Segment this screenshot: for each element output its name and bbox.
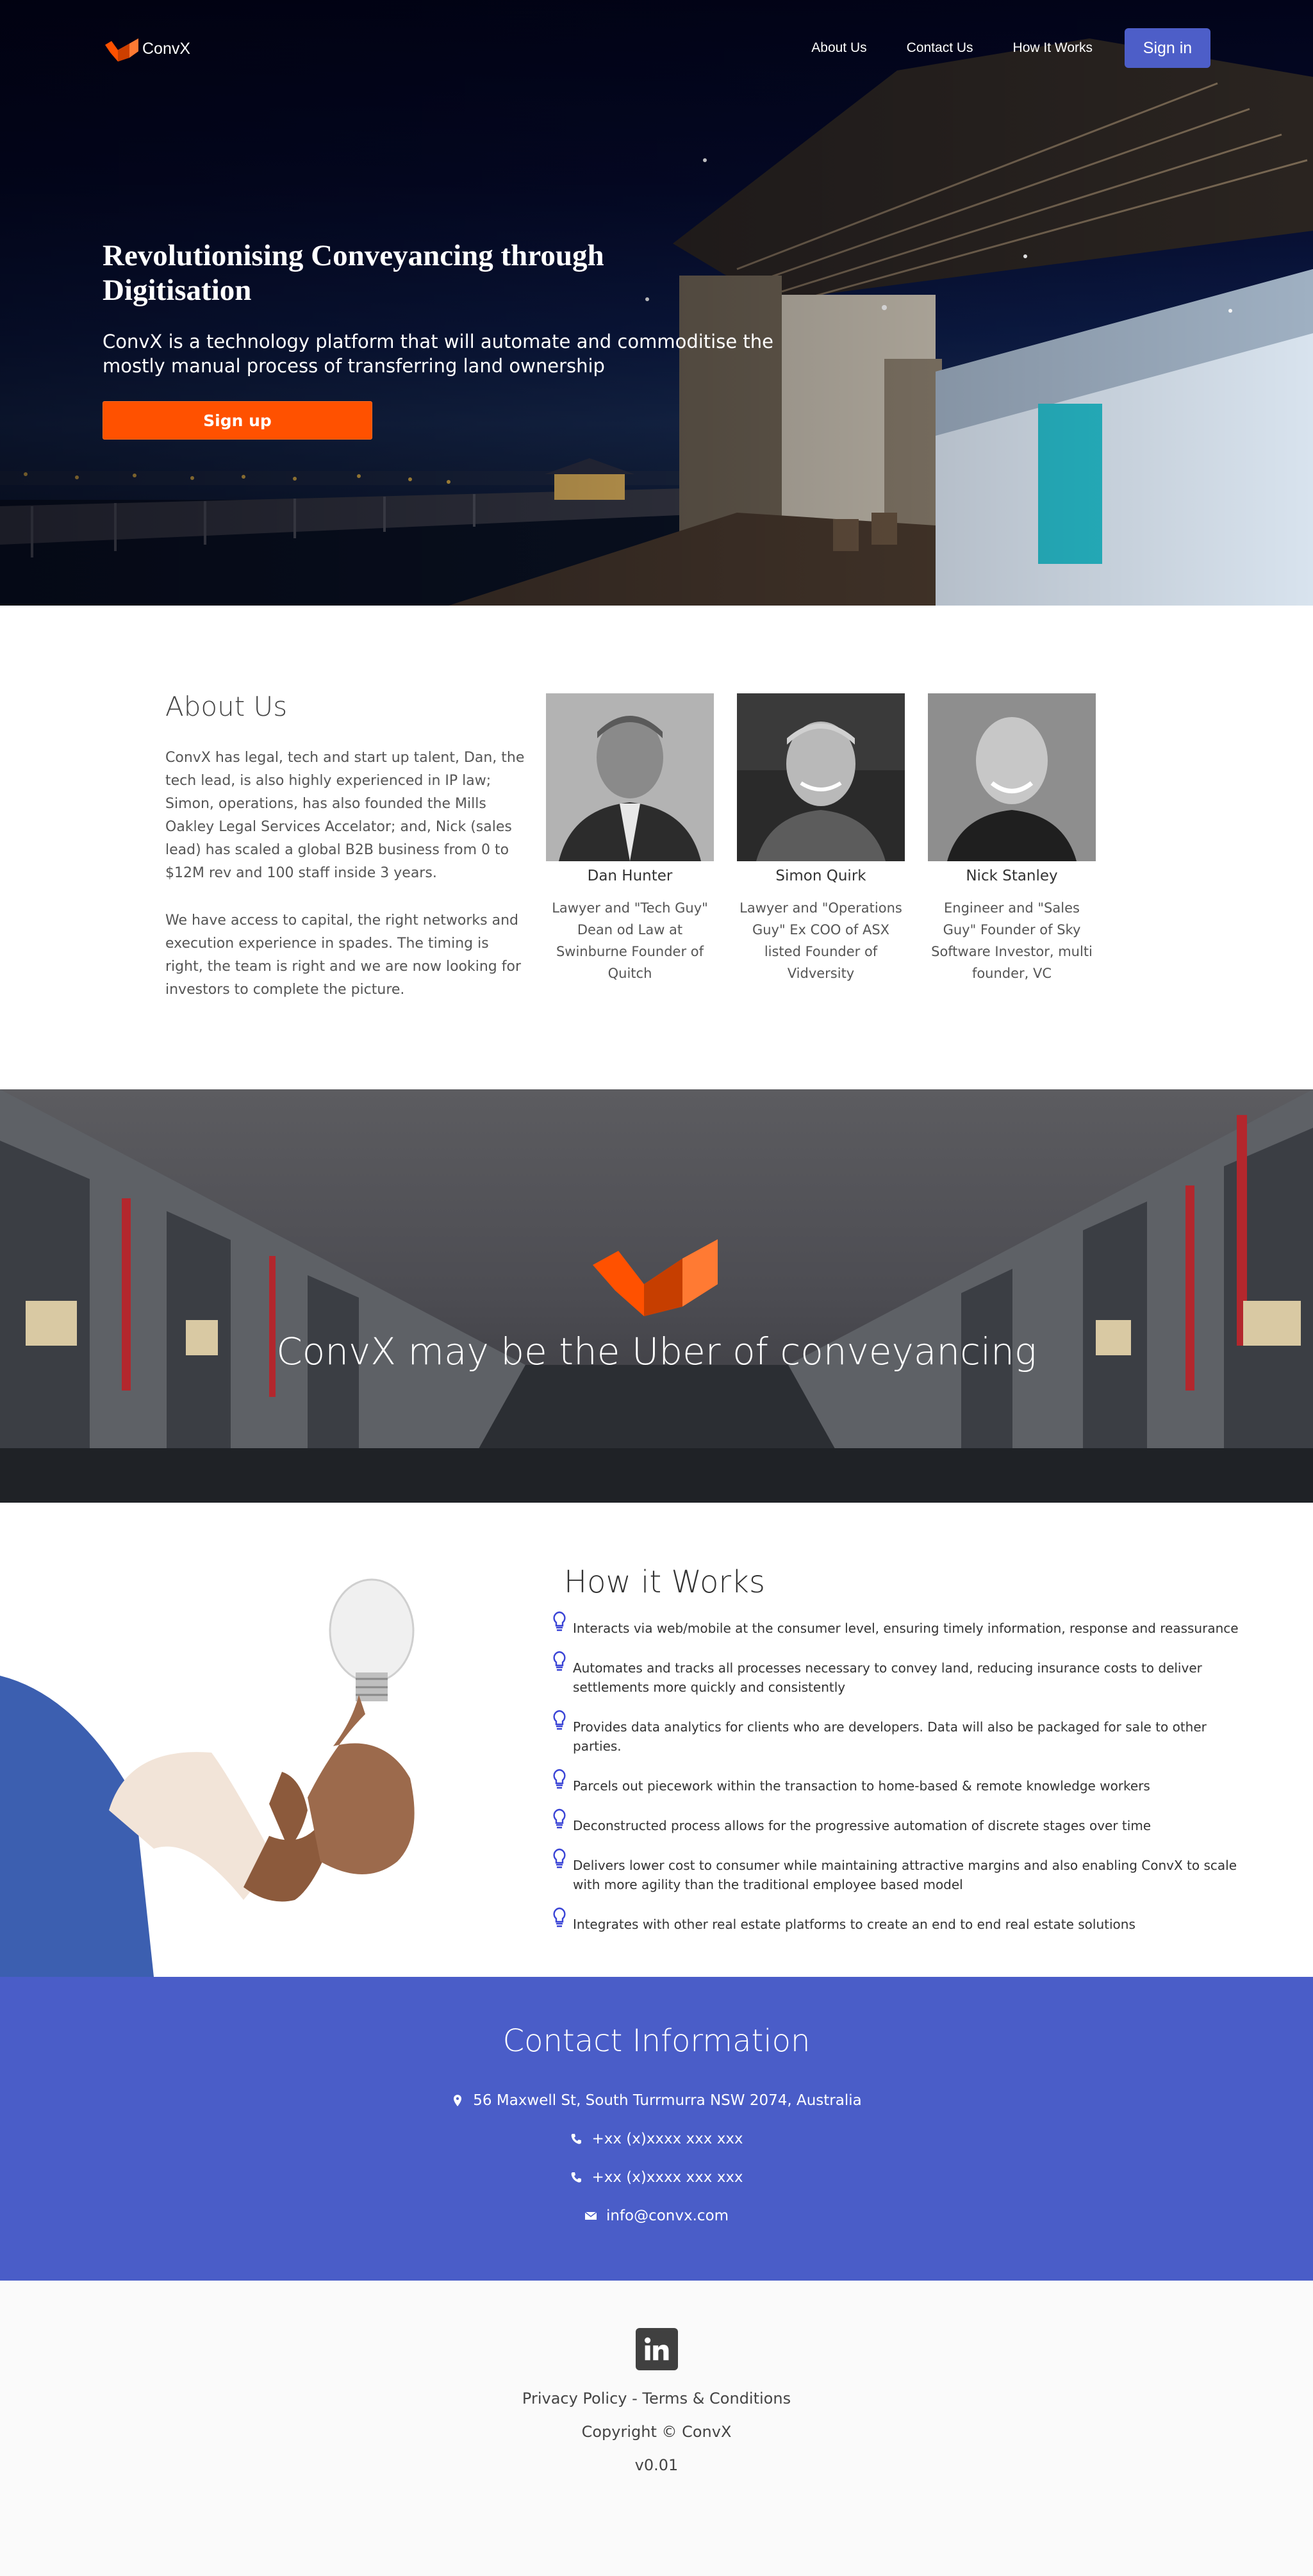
- team-member-name: Nick Stanley: [966, 868, 1058, 884]
- how-it-works-section: How it Works Interacts via web/mobile at…: [0, 1503, 1313, 1977]
- how-it-works-text: Interacts via web/mobile at the consumer…: [573, 1621, 1239, 1636]
- hero-subtitle: ConvX is a technology platform that will…: [103, 331, 773, 377]
- footer-links: Privacy Policy - Terms & Conditions: [0, 2390, 1313, 2407]
- how-it-works-text: Parcels out piecework within the transac…: [573, 1778, 1150, 1794]
- nav-link-contact-us[interactable]: Contact Us: [907, 40, 973, 56]
- team-member-card: Simon Quirk Lawyer and "Operations Guy" …: [737, 693, 905, 984]
- how-it-works-item: Automates and tracks all processes neces…: [551, 1651, 1256, 1697]
- contact-phone[interactable]: +xx (x)xxxx xxx xxx: [0, 2131, 1313, 2147]
- how-it-works-item: Delivers lower cost to consumer while ma…: [551, 1848, 1256, 1894]
- team-member-photo: [737, 693, 905, 861]
- how-it-works-text: Deconstructed process allows for the pro…: [573, 1818, 1152, 1833]
- contact-phone-text: +xx (x)xxxx xxx xxx: [591, 2131, 743, 2147]
- contact-address: 56 Maxwell St, South Turrmurra NSW 2074,…: [0, 2092, 1313, 2109]
- contact-title: Contact Information: [502, 2023, 811, 2059]
- contact-phone-text: +xx (x)xxxx xxx xxx: [591, 2169, 743, 2186]
- phone-icon: [572, 2134, 582, 2144]
- terms-link[interactable]: Terms & Conditions: [642, 2390, 791, 2407]
- how-it-works-item: Integrates with other real estate platfo…: [551, 1907, 1256, 1934]
- how-it-works-list: Interacts via web/mobile at the consumer…: [551, 1611, 1256, 1951]
- team-member-bio: Lawyer and "Operations Guy" Ex COO of AS…: [739, 900, 902, 981]
- lightbulb-icon: [553, 1808, 566, 1829]
- how-it-works-item: Parcels out piecework within the transac…: [551, 1769, 1256, 1796]
- version-text: v0.01: [634, 2456, 679, 2474]
- hero-title: Revolutionising Conveyancing through Dig…: [103, 239, 604, 307]
- tagline-text: ConvX may be the Uber of conveyancing: [276, 1330, 1037, 1373]
- brand-name: ConvX: [142, 39, 191, 58]
- team-member-bio: Lawyer and "Tech Guy" Dean od Law at Swi…: [552, 900, 708, 981]
- lightbulb-icon: [553, 1710, 566, 1730]
- brand-logo[interactable]: ConvX: [103, 33, 190, 64]
- privacy-policy-link[interactable]: Privacy Policy: [522, 2390, 627, 2407]
- team-member-bio: Engineer and "Sales Guy" Founder of Sky …: [931, 900, 1093, 981]
- lightbulb-icon: [553, 1907, 566, 1928]
- hand-holding-lightbulb-image: [0, 1578, 415, 1977]
- about-paragraph: We have access to capital, the right net…: [165, 912, 521, 998]
- footer: Privacy Policy - Terms & Conditions Copy…: [0, 2281, 1313, 2576]
- sign-up-button[interactable]: Sign up: [103, 401, 372, 440]
- how-it-works-text: Delivers lower cost to consumer while ma…: [573, 1858, 1237, 1892]
- how-it-works-text: Automates and tracks all processes neces…: [573, 1660, 1202, 1695]
- lightbulb-icon: [553, 1848, 566, 1869]
- lightbulb-icon: [553, 1611, 566, 1631]
- how-it-works-text: Provides data analytics for clients who …: [573, 1719, 1207, 1754]
- team-member-name: Simon Quirk: [775, 868, 866, 884]
- about-title: About Us: [165, 691, 288, 722]
- team-member-photo: [928, 693, 1096, 861]
- lightbulb-icon: [553, 1651, 566, 1671]
- phone-icon: [572, 2172, 582, 2183]
- sign-in-button[interactable]: Sign in: [1125, 28, 1210, 68]
- nav-link-how-it-works[interactable]: How It Works: [1013, 40, 1093, 56]
- mail-icon: [584, 2211, 597, 2220]
- tagline-banner: ConvX may be the Uber of conveyancing: [0, 1089, 1313, 1503]
- about-paragraph: ConvX has legal, tech and start up talen…: [165, 750, 525, 881]
- map-pin-icon: [454, 2095, 462, 2106]
- contact-section: Contact Information 56 Maxwell St, South…: [0, 1977, 1313, 2281]
- nav-link-about-us[interactable]: About Us: [811, 40, 866, 56]
- footer-separator: -: [627, 2390, 643, 2407]
- linkedin-icon[interactable]: [636, 2328, 678, 2370]
- nav-links: About Us Contact Us How It Works Sign in: [772, 28, 1210, 68]
- how-it-works-item: Deconstructed process allows for the pro…: [551, 1808, 1256, 1835]
- how-it-works-item: Interacts via web/mobile at the consumer…: [551, 1611, 1256, 1638]
- lightbulb-icon: [553, 1769, 566, 1789]
- how-it-works-title: How it Works: [564, 1564, 765, 1600]
- team-member-photo: [546, 693, 714, 861]
- contact-address-text: 56 Maxwell St, South Turrmurra NSW 2074,…: [473, 2092, 862, 2109]
- copyright-text: Copyright © ConvX: [581, 2423, 732, 2441]
- convx-logo-icon: [593, 1239, 718, 1316]
- how-it-works-text: Integrates with other real estate platfo…: [573, 1917, 1135, 1932]
- how-it-works-item: Provides data analytics for clients who …: [551, 1710, 1256, 1756]
- hero-section: ConvX About Us Contact Us How It Works S…: [0, 0, 1313, 606]
- team-member-card: Dan Hunter Lawyer and "Tech Guy" Dean od…: [546, 693, 714, 984]
- contact-email[interactable]: info@convx.com: [0, 2208, 1313, 2224]
- team-member-card: Nick Stanley Engineer and "Sales Guy" Fo…: [928, 693, 1096, 984]
- contact-email-text: info@convx.com: [606, 2208, 729, 2224]
- top-nav: ConvX About Us Contact Us How It Works S…: [0, 0, 1313, 97]
- team-member-name: Dan Hunter: [587, 868, 673, 884]
- about-section: About Us ConvX has legal, tech and start…: [0, 606, 1313, 1089]
- contact-phone[interactable]: +xx (x)xxxx xxx xxx: [0, 2169, 1313, 2186]
- convx-logo-icon: [105, 38, 138, 62]
